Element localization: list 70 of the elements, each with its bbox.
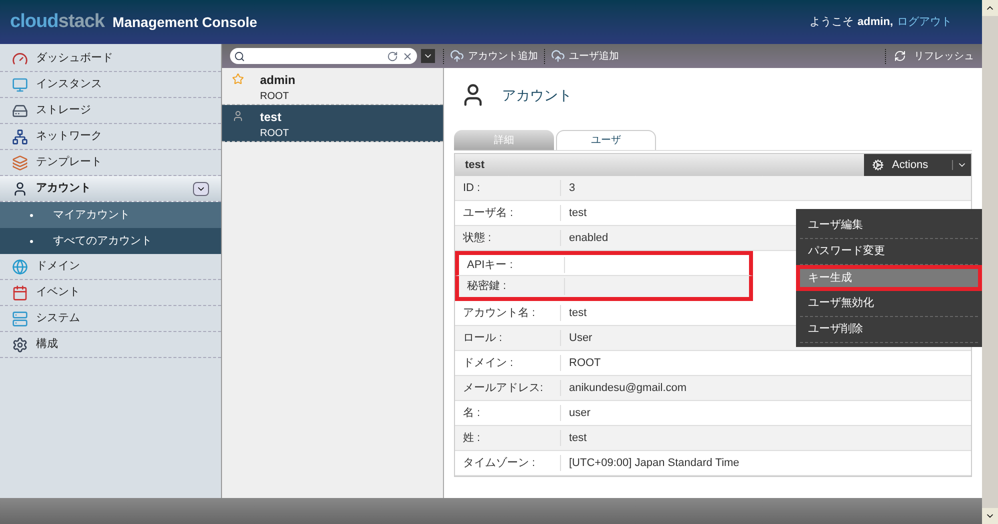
person-icon bbox=[12, 180, 28, 196]
field-value: anikundesu@gmail.com bbox=[568, 380, 687, 396]
bullet-icon bbox=[30, 240, 33, 242]
expand-toggle[interactable] bbox=[193, 182, 209, 196]
hard-drive-icon bbox=[12, 102, 28, 118]
field-label: 名 : bbox=[455, 404, 561, 422]
list-item[interactable]: test ROOT bbox=[222, 105, 443, 142]
clear-icon[interactable] bbox=[402, 50, 413, 62]
account-domain: ROOT bbox=[260, 90, 290, 104]
user-name: admin, bbox=[858, 14, 893, 30]
sidebar-item[interactable]: アカウント bbox=[0, 176, 221, 202]
menu-item[interactable]: ユーザ無効化 bbox=[800, 291, 978, 317]
account-name: test bbox=[260, 109, 282, 126]
field-label: 秘密鍵 : bbox=[459, 278, 565, 295]
reload-icon[interactable] bbox=[387, 50, 398, 62]
admin-user-icon bbox=[232, 73, 244, 85]
field-label: タイムゾーン : bbox=[455, 454, 561, 472]
field-label: ユーザ名 : bbox=[455, 204, 561, 222]
calendar-icon bbox=[12, 284, 28, 300]
field-value: 3 bbox=[568, 180, 576, 196]
field-label: 状態 : bbox=[455, 230, 561, 246]
field-value: enabled bbox=[568, 230, 608, 246]
toolbar-button[interactable]: ユーザ追加 bbox=[544, 48, 625, 64]
field-label: ID : bbox=[455, 180, 561, 196]
menu-item[interactable]: ユーザ削除 bbox=[800, 317, 978, 343]
menu-item[interactable]: ユーザ編集 bbox=[800, 213, 978, 239]
field-value: test bbox=[568, 430, 587, 446]
refresh-icon bbox=[894, 50, 906, 62]
user-icon bbox=[232, 110, 244, 122]
menu-item[interactable]: キー生成 bbox=[796, 265, 982, 291]
search-field[interactable] bbox=[230, 48, 417, 64]
account-domain: ROOT bbox=[260, 127, 289, 141]
field-label: アカウント名 : bbox=[455, 304, 561, 322]
field-value: test bbox=[568, 206, 587, 221]
dropdown-button[interactable] bbox=[421, 49, 435, 63]
field-value: test bbox=[568, 306, 587, 321]
bullet-icon bbox=[30, 214, 33, 216]
greeting-text: ようこそ bbox=[810, 14, 854, 30]
field-label: メールアドレス: bbox=[455, 380, 561, 396]
server-icon bbox=[12, 310, 28, 326]
network-icon bbox=[12, 128, 28, 144]
field-label: APIキー : bbox=[459, 256, 565, 274]
gear-icon bbox=[872, 159, 884, 171]
tab[interactable]: ユーザ bbox=[556, 130, 656, 150]
sidebar-subitem[interactable]: すべてのアカウント bbox=[0, 228, 221, 254]
toolbar-button[interactable]: アカウント追加 bbox=[443, 48, 544, 64]
gear-icon bbox=[12, 336, 28, 352]
account-name: admin bbox=[260, 72, 296, 89]
sidebar-subitem[interactable]: マイアカウント bbox=[0, 202, 221, 228]
field-label: ロール : bbox=[455, 330, 561, 346]
scrollbar[interactable] bbox=[982, 0, 998, 524]
field-value: ROOT bbox=[568, 356, 601, 371]
field-label: ドメイン : bbox=[455, 354, 561, 372]
search-icon bbox=[234, 50, 245, 62]
logout-link[interactable]: ログアウト bbox=[897, 14, 952, 30]
logo: cloudstack bbox=[10, 10, 105, 34]
page-title: アカウント bbox=[502, 86, 572, 104]
app-title: Management Console bbox=[112, 12, 258, 32]
layers-icon bbox=[12, 154, 28, 170]
gauge-icon bbox=[12, 50, 28, 66]
globe-icon bbox=[12, 258, 28, 274]
cloud-icon bbox=[450, 49, 464, 63]
field-value: [UTC+09:00] Japan Standard Time bbox=[568, 456, 740, 471]
field-value: User bbox=[568, 330, 592, 346]
field-label: 姓 : bbox=[455, 430, 561, 446]
field-value: user bbox=[568, 406, 590, 421]
actions-button[interactable]: Actions bbox=[864, 154, 971, 176]
panel-title: test bbox=[465, 158, 486, 173]
cloud-icon bbox=[551, 49, 565, 63]
monitor-icon bbox=[12, 76, 28, 92]
